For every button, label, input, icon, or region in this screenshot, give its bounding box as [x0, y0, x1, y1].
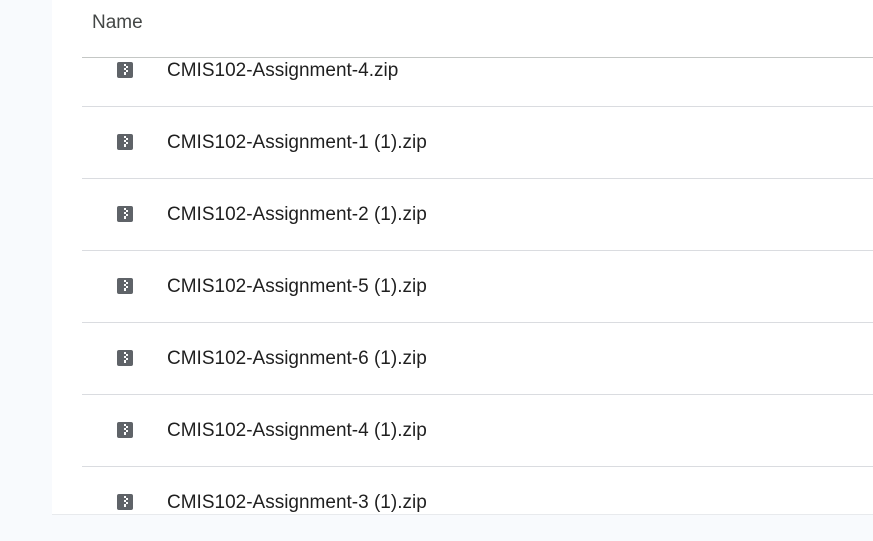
file-row[interactable]: CMIS102-Assignment-5 (1).zip [82, 251, 873, 323]
file-name: CMIS102-Assignment-6 (1).zip [167, 348, 427, 369]
bottom-strip [52, 514, 873, 541]
name-column-header[interactable]: Name [92, 11, 143, 35]
file-row[interactable]: CMIS102-Assignment-6 (1).zip [82, 323, 873, 395]
zip-file-icon [117, 206, 133, 222]
file-name: CMIS102-Assignment-5 (1).zip [167, 276, 427, 297]
zip-file-icon [117, 62, 133, 78]
zip-file-icon [117, 422, 133, 438]
file-row[interactable]: CMIS102-Assignment-4 (1).zip [82, 395, 873, 467]
file-name: CMIS102-Assignment-2 (1).zip [167, 204, 427, 225]
zip-file-icon [117, 278, 133, 294]
left-gutter [0, 0, 52, 541]
zip-file-icon [117, 350, 133, 366]
file-row[interactable]: CMIS102-Assignment-1 (1).zip [82, 107, 873, 179]
file-name: CMIS102-Assignment-3 (1).zip [167, 492, 427, 513]
file-list: CMIS102-Assignment-4.zip CMIS102-Assignm… [82, 35, 873, 539]
file-name: CMIS102-Assignment-1 (1).zip [167, 132, 427, 153]
list-header: Name [82, 0, 873, 58]
file-name: CMIS102-Assignment-4 (1).zip [167, 420, 427, 441]
drive-file-list-page: CMIS102-Assignment-4.zip CMIS102-Assignm… [0, 0, 873, 541]
file-row[interactable]: CMIS102-Assignment-2 (1).zip [82, 179, 873, 251]
file-name: CMIS102-Assignment-4.zip [167, 60, 399, 81]
zip-file-icon [117, 494, 133, 510]
file-list-panel: CMIS102-Assignment-4.zip CMIS102-Assignm… [52, 0, 873, 541]
zip-file-icon [117, 134, 133, 150]
